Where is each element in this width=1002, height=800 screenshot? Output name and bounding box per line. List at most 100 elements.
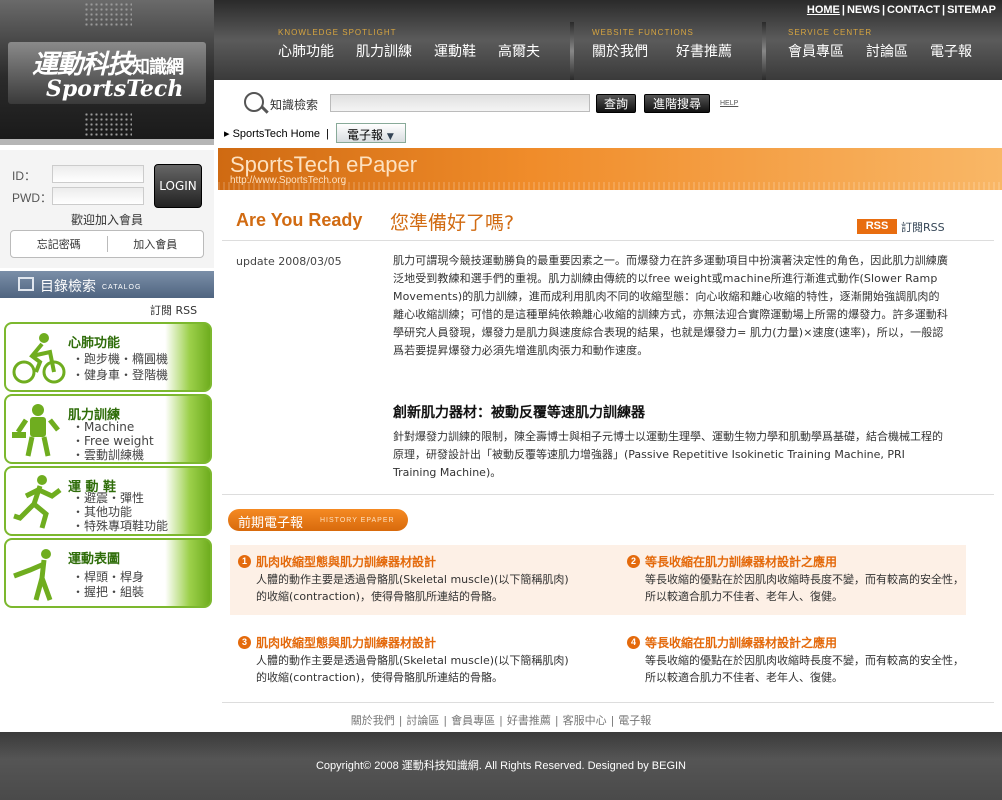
update-date: update 2008/03/05 xyxy=(236,255,342,268)
catalog-bar: 目錄檢索 CATALOG xyxy=(0,271,214,298)
pwd-label: PWD： xyxy=(12,191,52,205)
rss-badge[interactable]: RSS xyxy=(857,219,897,234)
nav-item-shoes[interactable]: 運動鞋 xyxy=(434,41,476,61)
nav-group-functions: WEBSITE FUNCTIONS 關於我們 好書推薦 xyxy=(592,28,732,78)
forgot-password-link[interactable]: 忘記密碼 xyxy=(11,236,107,252)
past-article-title[interactable]: 肌肉收縮型態與肌力訓練器材設計 xyxy=(256,553,436,570)
number-badge: 4 xyxy=(627,636,640,649)
past-article-text: 等長收縮的優點在於因肌肉收縮時長度不變，而有較高的安全性，所以較適合肌力不佳者、… xyxy=(645,654,964,684)
runner-icon xyxy=(13,475,62,529)
past-article-title[interactable]: 等長收縮在肌力訓練器材設計之應用 xyxy=(645,634,837,651)
number-badge: 3 xyxy=(238,636,251,649)
past-article-text: 人體的動作主要是透過骨骼肌(Skeletal muscle)(以下簡稱肌肉)的收… xyxy=(256,573,569,603)
footer-link-books[interactable]: 好書推薦 xyxy=(503,714,555,727)
logo-dots-bottom xyxy=(84,112,132,138)
category-line: ・其他功能 xyxy=(72,505,133,519)
category-line: ・雲動訓練機 xyxy=(72,448,145,462)
top-link-contact[interactable]: CONTACT xyxy=(885,4,942,16)
nav-item-cardio[interactable]: 心肺功能 xyxy=(278,41,334,61)
category-shoes[interactable]: 運 動 鞋 ・避震・彈性 ・其他功能 ・特殊專項鞋功能 xyxy=(4,466,212,536)
past-article-title[interactable]: 等長收縮在肌力訓練器材設計之應用 xyxy=(645,553,837,570)
nav-item-golf[interactable]: 高爾夫 xyxy=(498,41,540,61)
nav-group-service: SERVICE CENTER 會員專區 討論區 電子報 xyxy=(788,28,972,78)
weightlifter-icon xyxy=(12,404,60,457)
footer-link-epaper[interactable]: 電子報 xyxy=(614,714,655,727)
nav-item-about[interactable]: 關於我們 xyxy=(592,41,648,61)
search-label: 知識檢索 xyxy=(270,98,319,112)
past-epaper-title: 前期電子報 xyxy=(238,516,304,531)
past-article-text: 人體的動作主要是透過骨骼肌(Skeletal muscle)(以下簡稱肌肉)的收… xyxy=(256,654,569,684)
search-row: 知識檢索 查詢 進階搜尋 HELP xyxy=(214,88,1002,118)
past-article-title[interactable]: 肌肉收縮型態與肌力訓練器材設計 xyxy=(256,634,436,651)
category-line: ・Machine xyxy=(72,420,135,434)
catalog-icon xyxy=(18,277,34,291)
top-nav-bar: HOME | NEWS | CONTACT | SITEMAP KNOWLEDGE SPOT… xyxy=(214,0,1002,80)
welcome-join-text: 歡迎加入會員 xyxy=(70,213,143,227)
heading-cn: 您準備好了嗎? xyxy=(390,212,515,234)
logo-en: SportsTech xyxy=(46,76,184,102)
nav-item-forum[interactable]: 討論區 xyxy=(866,41,908,61)
footer: Copyright© 2008 運動科技知識網. All Rights Rese… xyxy=(0,732,1002,800)
advanced-search-button[interactable]: 進階搜尋 xyxy=(644,94,710,113)
past-epaper-caption: HISTORY EPAPER xyxy=(320,517,395,524)
footer-link-forum[interactable]: 討論區 xyxy=(402,714,443,727)
search-input[interactable] xyxy=(330,94,590,112)
category-strength[interactable]: 肌力訓練 ・Machine ・Free weight ・雲動訓練機 xyxy=(4,394,212,464)
password-input[interactable] xyxy=(52,187,144,205)
golfer-icon xyxy=(13,549,53,601)
nav-item-strength[interactable]: 肌力訓練 xyxy=(356,41,412,61)
rss-subscribe-link[interactable]: 訂閱RSS xyxy=(901,219,945,235)
footer-link-about[interactable]: 關於我們 xyxy=(347,714,399,727)
number-badge: 1 xyxy=(238,555,251,568)
category-line: ・握把・組裝 xyxy=(72,585,145,599)
category-line: ・桿頭・桿身 xyxy=(72,570,145,584)
divider xyxy=(222,494,994,495)
id-label: ID： xyxy=(12,169,37,183)
footer-link-members[interactable]: 會員專區 xyxy=(447,714,499,727)
nav-separator xyxy=(762,22,766,80)
past-article-text: 等長收縮的優點在於因肌肉收縮時長度不變，而有較高的安全性，所以較適合肌力不佳者、… xyxy=(645,573,964,603)
copyright: Copyright© 2008 運動科技知識網. All Rights Rese… xyxy=(315,760,687,772)
category-title: 運動表圖 xyxy=(68,552,121,567)
breadcrumb-home[interactable]: ▸ SportsTech Home | xyxy=(224,127,329,140)
nav-group-caption: KNOWLEDGE SPOTLIGHT xyxy=(278,28,397,37)
subscribe-rss-link[interactable]: 訂閱 RSS xyxy=(150,302,197,318)
top-link-home[interactable]: HOME xyxy=(805,4,842,16)
category-golf[interactable]: 運動表圖 ・桿頭・桿身 ・握把・組裝 xyxy=(4,538,212,608)
past-epaper-header: 前期電子報 HISTORY EPAPER xyxy=(228,509,408,531)
nav-group-knowledge: KNOWLEDGE SPOTLIGHT 心肺功能 肌力訓練 運動鞋 高爾夫 xyxy=(278,28,540,78)
login-panel: ID： PWD： LOGIN 歡迎加入會員 忘記密碼 加入會員 xyxy=(0,150,214,268)
nav-item-books[interactable]: 好書推薦 xyxy=(676,41,732,61)
banner-url: http://www.SportsTech.org xyxy=(230,175,347,186)
category-line: ・健身車・登階機 xyxy=(72,368,169,382)
divider xyxy=(222,702,994,703)
search-icon xyxy=(244,92,264,112)
article-sub-paragraph: 針對爆發力訓練的限制，陳全壽博士與相子元博士以運動生理學、運動生物力學和肌動學爲… xyxy=(393,430,943,479)
login-button[interactable]: LOGIN xyxy=(154,164,202,208)
category-line: ・跑步機・橢圓機 xyxy=(72,352,169,366)
nav-separator xyxy=(570,22,574,80)
search-button[interactable]: 查詢 xyxy=(596,94,636,113)
id-input[interactable] xyxy=(52,165,144,183)
logo-dots-top xyxy=(84,2,132,28)
chevron-down-icon: ▼ xyxy=(386,132,394,142)
nav-group-caption: SERVICE CENTER xyxy=(788,28,873,37)
top-link-news[interactable]: NEWS xyxy=(845,4,882,16)
account-links: 忘記密碼 加入會員 xyxy=(10,230,204,258)
footer-link-service[interactable]: 客服中心 xyxy=(559,714,611,727)
breadcrumb-select[interactable]: 電子報 ▼ xyxy=(336,123,406,143)
category-line: ・避震・彈性 xyxy=(72,491,145,505)
nav-item-epaper[interactable]: 電子報 xyxy=(930,41,972,61)
join-member-link[interactable]: 加入會員 xyxy=(108,236,204,252)
top-links: HOME | NEWS | CONTACT | SITEMAP xyxy=(805,4,998,16)
article-subheading: 創新肌力器材：被動反覆等速肌力訓練器 xyxy=(393,405,645,421)
logo-panel[interactable]: 運動科技知識網 SportsTech xyxy=(0,0,214,145)
help-link[interactable]: HELP xyxy=(720,100,738,107)
epaper-banner: SportsTech ePaper http://www.SportsTech.… xyxy=(218,148,1002,190)
category-line: ・Free weight xyxy=(72,434,154,448)
category-cardio[interactable]: 心肺功能 ・跑步機・橢圓機 ・健身車・登階機 xyxy=(4,322,212,392)
top-link-sitemap[interactable]: SITEMAP xyxy=(945,4,998,16)
nav-item-members[interactable]: 會員專區 xyxy=(788,41,844,61)
article-intro: 肌力可謂現今競技運動勝負的最重要因素之一。而爆發力在許多運動項目中扮演著決定性的… xyxy=(393,254,948,357)
category-title: 心肺功能 xyxy=(68,336,121,351)
